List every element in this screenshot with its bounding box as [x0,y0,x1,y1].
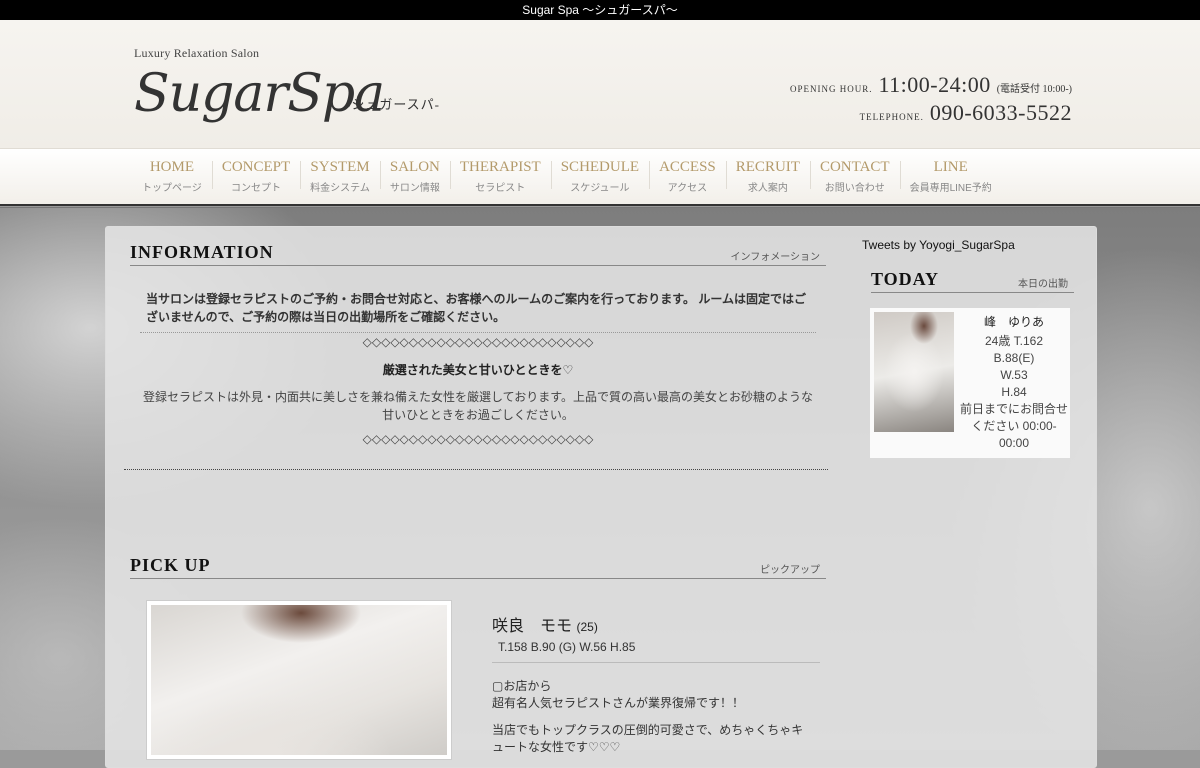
pickup-therapist-name[interactable]: 咲良 モモ (25) [492,612,598,636]
pickup-subtitle: ピックアップ [760,565,820,576]
today-therapist-photo[interactable] [874,312,954,432]
today-therapist-card[interactable]: 峰 ゆりあ 24歳 T.162 B.88(E) W.53 H.84 前日までにお… [870,308,1070,458]
nav-item-line[interactable]: LINE 会員専用LINE予約 [899,149,1002,205]
today-therapist-detail: B.88(E) [993,351,1035,365]
therapist-age: (25) [576,620,598,634]
information-lead: 当サロンは登録セラピストのご予約・お問合せ対応と、お客様へのルームのご案内を行っ… [140,290,816,333]
pickup-heading: PICK UP ピックアップ [130,550,826,579]
opening-label: OPENING HOUR. [789,84,873,94]
nav-item-contact[interactable]: CONTACT お問い合わせ [809,149,900,205]
logo-tagline: Luxury Relaxation Salon [134,46,260,60]
information-text: 登録セラピストは外見・内面共に美しさを兼ね備えた女性を厳選しております。上品で質… [142,390,814,422]
today-heading: TODAY 本日の出勤 [871,266,1074,293]
today-subtitle: 本日の出勤 [1018,279,1068,290]
information-body: 当サロンは登録セラピストのご予約・お問合せ対応と、お客様へのルームのご案内を行っ… [140,290,816,446]
contact-info: OPENING HOUR. 11:00-24:00 (電話受付 10:00-) … [790,72,1072,128]
nav-item-access[interactable]: ACCESS アクセス [649,149,726,205]
opening-hours: 11:00-24:00 [878,72,991,97]
today-therapist-detail: 24歳 T.162 [984,334,1044,348]
today-therapist-name: 峰 ゆりあ [983,315,1044,329]
today-therapist-detail: W.53 [1000,368,1028,382]
site-header: Luxury Relaxation Salon SugarSpa -シュガースパ… [0,20,1200,148]
diamond-divider: ◇◇◇◇◇◇◇◇◇◇◇◇◇◇◇◇◇◇◇◇◇◇◇◇◇ [362,335,594,349]
today-therapist-info: 峰 ゆりあ 24歳 T.162 B.88(E) W.53 H.84 前日までにお… [958,314,1070,452]
nav-divider [0,204,1200,206]
section-divider [124,469,828,470]
phone-label: TELEPHONE. [859,112,924,122]
information-subtitle: インフォメーション [730,252,821,263]
nav-item-home[interactable]: HOME トップページ [132,149,212,205]
nav-item-therapist[interactable]: THERAPIST セラピスト [449,149,551,205]
main-nav: HOME トップページ CONCEPT コンセプト SYSTEM 料金システム SAL… [0,148,1200,205]
pickup-title: PICK UP [130,555,211,575]
today-therapist-detail: H.84 [1001,385,1027,399]
pickup-description: ▢お店から 超有名人気セラピストさんが業界復帰です！！ 当店でもトップクラスの圧… [492,678,812,766]
information-title: INFORMATION [130,242,274,262]
pickup-therapist-size: T.158 B.90 (G) W.56 H.85 [492,640,820,663]
information-heading: INFORMATION インフォメーション [130,238,826,266]
nav-item-salon[interactable]: SALON サロン情報 [379,149,450,205]
today-title: TODAY [871,269,940,289]
nav-item-schedule[interactable]: SCHEDULE スケジュール [550,149,649,205]
therapist-name: 咲良 モモ [492,618,573,635]
nav-item-recruit[interactable]: RECRUIT 求人案内 [725,149,810,205]
desc-line: 当店でもトップクラスの圧倒的可愛さで、めちゃくちゃキュートな女性です♡♡♡ [492,723,804,754]
nav-item-system[interactable]: SYSTEM 料金システム [300,149,380,205]
twitter-timeline-link[interactable]: Tweets by Yoyogi_SugarSpa [862,238,1015,252]
phone-number[interactable]: 090-6033-5522 [930,100,1072,126]
logo-kana: -シュガースパ- [346,97,441,112]
nav-item-concept[interactable]: CONCEPT コンセプト [211,149,300,205]
information-catchphrase: 厳選された美女と甘いひとときを♡ [382,363,574,377]
therapist-image [151,605,447,755]
today-therapist-note: 前日までにお問合せください 00:00-00:00 [959,402,1068,450]
diamond-divider: ◇◇◇◇◇◇◇◇◇◇◇◇◇◇◇◇◇◇◇◇◇◇◇◇◇ [362,432,594,446]
opening-note: (電話受付 10:00-) [996,84,1072,95]
desc-heading: ▢お店から [492,679,552,693]
desc-line: 超有名人気セラピストさんが業界復帰です！！ [492,696,745,710]
pickup-therapist-photo[interactable] [146,600,452,760]
site-title-bar: Sugar Spa 〜シュガースパ〜 [0,0,1200,20]
